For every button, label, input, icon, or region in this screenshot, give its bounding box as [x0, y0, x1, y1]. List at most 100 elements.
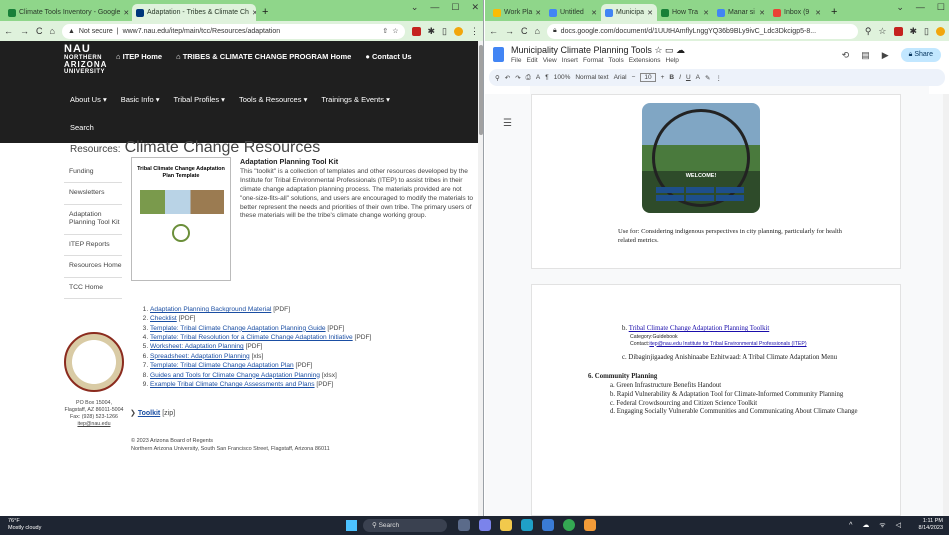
profile-avatar-icon[interactable]: [936, 26, 945, 36]
taskbar-search[interactable]: ⚲ Search: [363, 519, 447, 532]
close-window-button[interactable]: ✕: [471, 2, 479, 13]
font-size-increase[interactable]: +: [661, 74, 665, 81]
docs-logo-icon[interactable]: [493, 47, 504, 62]
file-explorer-icon[interactable]: [500, 519, 512, 531]
tcc-home-link[interactable]: ⌂ TRIBES & CLIMATE CHANGE PROGRAM Home: [176, 52, 351, 61]
paint-icon[interactable]: [584, 519, 596, 531]
clock[interactable]: 1:11 PM 8/14/2023: [919, 518, 943, 532]
plan-template-thumbnail[interactable]: Tribal Climate Change Adaptation Plan Te…: [131, 157, 231, 281]
document-page-2[interactable]: b. Tribal Climate Change Adaptation Plan…: [531, 284, 901, 516]
search-icon[interactable]: ⚲: [865, 26, 872, 37]
address-bar[interactable]: 🔒︎ docs.google.com/document/d/1UUtHAmfly…: [546, 23, 858, 39]
toolkit-link[interactable]: Toolkit: [138, 410, 160, 417]
spellcheck-icon[interactable]: A: [536, 74, 540, 81]
right-tab-3[interactable]: How Tra ✕: [657, 4, 713, 21]
side-menu-funding[interactable]: Funding: [64, 162, 122, 184]
resource-link[interactable]: Checklist: [150, 315, 177, 322]
task-view-icon[interactable]: [458, 519, 470, 531]
reload-icon[interactable]: C: [36, 26, 43, 36]
sidepanel-icon[interactable]: ▯: [924, 26, 929, 37]
redo-icon[interactable]: ↷: [515, 74, 520, 82]
close-tab-icon[interactable]: ✕: [535, 9, 541, 17]
back-arrow-icon[interactable]: ←: [4, 26, 13, 36]
maximize-button[interactable]: ☐: [451, 2, 459, 13]
menu-help[interactable]: Help: [666, 57, 679, 64]
close-tab-icon[interactable]: ✕: [123, 9, 129, 17]
toolkit-doc-link[interactable]: Tribal Climate Change Adaptation Plannin…: [629, 325, 770, 332]
close-tab-icon[interactable]: ✕: [591, 9, 597, 17]
star-icon[interactable]: ☆: [654, 45, 662, 55]
extensions-puzzle-icon[interactable]: ✱: [428, 26, 436, 37]
document-title[interactable]: Municipality Climate Planning Tools ☆ ▭ …: [511, 45, 685, 56]
close-tab-icon[interactable]: ✕: [703, 9, 709, 17]
reload-icon[interactable]: C: [521, 26, 528, 36]
right-tab-0[interactable]: Work Pla ✕: [489, 4, 545, 21]
side-menu-newsletters[interactable]: Newsletters: [64, 183, 122, 205]
home-icon[interactable]: ⌂: [50, 26, 55, 36]
font-select[interactable]: Arial: [614, 74, 627, 81]
extensions-puzzle-icon[interactable]: ✱: [910, 26, 918, 37]
menu-tools-resources[interactable]: Tools & Resources ▾: [239, 95, 307, 104]
paint-format-icon[interactable]: ¶: [545, 74, 549, 81]
chat-icon[interactable]: [479, 519, 491, 531]
scrollbar-thumb[interactable]: [479, 45, 483, 135]
search-menus-icon[interactable]: ⚲: [495, 74, 500, 82]
left-scrollbar[interactable]: [478, 41, 483, 516]
undo-icon[interactable]: ↶: [505, 74, 510, 82]
history-icon[interactable]: ⟲: [842, 50, 850, 61]
share-button[interactable]: 🔒︎ Share: [900, 48, 941, 62]
resource-link[interactable]: Guides and Tools for Climate Change Adap…: [150, 372, 320, 379]
resource-link[interactable]: Adaptation Planning Background Material: [150, 306, 271, 313]
menu-tribal-profiles[interactable]: Tribal Profiles ▾: [174, 95, 225, 104]
new-tab-button[interactable]: +: [825, 4, 843, 21]
itep-home-link[interactable]: ⌂ ITEP Home: [116, 52, 162, 61]
menu-trainings-events[interactable]: Trainings & Events ▾: [321, 95, 390, 104]
right-scrollbar[interactable]: [943, 94, 949, 516]
side-menu-itep-reports[interactable]: ITEP Reports: [64, 235, 122, 257]
new-tab-button[interactable]: +: [256, 4, 274, 21]
menu-basic-info[interactable]: Basic Info ▾: [121, 95, 160, 104]
font-size-decrease[interactable]: −: [632, 74, 636, 81]
back-arrow-icon[interactable]: ←: [489, 26, 498, 36]
forward-arrow-icon[interactable]: →: [505, 26, 514, 36]
close-tab-icon[interactable]: ✕: [815, 9, 821, 17]
menu-view[interactable]: View: [543, 57, 557, 64]
minimize-button[interactable]: —: [916, 2, 925, 13]
bookmark-star-icon[interactable]: ☆: [392, 27, 398, 35]
left-tab-0[interactable]: Climate Tools Inventory - Google ✕: [4, 4, 132, 21]
chevron-down-icon[interactable]: ⌄: [896, 2, 904, 13]
chrome-icon[interactable]: [563, 519, 575, 531]
share-icon[interactable]: ⇧: [382, 27, 388, 35]
contact-link[interactable]: itep@nau.edu Institute for Tribal Enviro…: [649, 341, 806, 347]
windows-start-icon[interactable]: [346, 520, 357, 531]
address-bar[interactable]: ▲ Not secure | www7.nau.edu/itep/main/tc…: [61, 23, 405, 39]
menu-format[interactable]: Format: [583, 57, 604, 64]
maximize-button[interactable]: ☐: [937, 2, 945, 13]
document-page-1[interactable]: WELCOME! Use for: Considering indigenous…: [531, 94, 901, 269]
close-tab-icon[interactable]: ✕: [759, 9, 765, 17]
store-icon[interactable]: [542, 519, 554, 531]
home-icon[interactable]: ⌂: [535, 26, 540, 36]
chevron-down-icon[interactable]: ⌄: [411, 2, 419, 13]
right-tab-5[interactable]: Inbox (9 ✕: [769, 4, 825, 21]
right-tab-2[interactable]: Municipa ✕: [601, 4, 657, 21]
bold-icon[interactable]: B: [669, 74, 674, 81]
extension-icon[interactable]: [893, 26, 903, 36]
meet-icon[interactable]: ▶: [882, 50, 889, 61]
menu-file[interactable]: File: [511, 57, 521, 64]
more-options-icon[interactable]: ⋮: [715, 74, 722, 82]
outline-icon[interactable]: ☰: [503, 118, 512, 129]
forward-arrow-icon[interactable]: →: [20, 26, 29, 36]
resource-link[interactable]: Worksheet: Adaptation Planning: [150, 343, 244, 350]
profile-avatar-icon[interactable]: [454, 26, 463, 36]
close-tab-icon[interactable]: ✕: [647, 9, 653, 17]
move-folder-icon[interactable]: ▭: [665, 45, 674, 55]
menu-tools[interactable]: Tools: [609, 57, 624, 64]
resource-link[interactable]: Spreadsheet: Adaptation Planning: [150, 353, 250, 360]
minimize-button[interactable]: —: [430, 2, 439, 13]
search-link[interactable]: Search: [70, 123, 94, 132]
nau-logo[interactable]: NAU NORTHERN ARIZONA UNIVERSITY: [64, 44, 107, 76]
resource-link[interactable]: Template: Tribal Climate Change Adaptati…: [150, 325, 326, 332]
side-menu-adaptation-toolkit[interactable]: Adaptation Planning Tool Kit: [64, 205, 122, 235]
resource-link[interactable]: Template: Tribal Climate Change Adaptati…: [150, 362, 294, 369]
